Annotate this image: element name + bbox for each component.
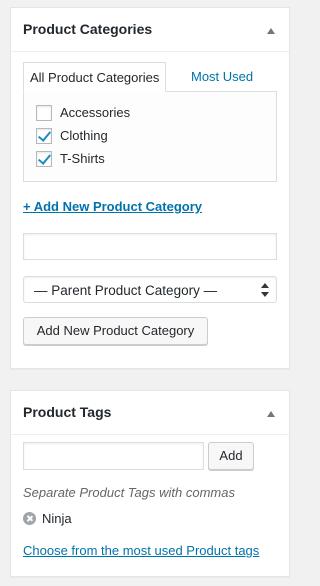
select-arrows-icon — [261, 283, 269, 297]
category-label: Clothing — [60, 128, 108, 143]
tab-most-used[interactable]: Most Used — [185, 62, 259, 92]
tag-help-text: Separate Product Tags with commas — [23, 485, 235, 500]
category-checkbox[interactable] — [36, 105, 52, 121]
product-categories-header[interactable]: Product Categories — [11, 8, 289, 52]
tab-all-product-categories[interactable]: All Product Categories — [23, 62, 167, 92]
category-label: T-Shirts — [60, 151, 105, 166]
category-item-accessories[interactable]: Accessories — [36, 104, 156, 122]
category-item-t-shirts[interactable]: T-Shirts — [36, 150, 156, 168]
category-label: Accessories — [60, 105, 131, 120]
add-tag-button[interactable]: Add — [208, 442, 254, 470]
add-new-category-link[interactable]: + Add New Product Category — [23, 199, 202, 214]
parent-category-select[interactable]: — Parent Product Category — — [23, 276, 277, 303]
product-tags-box: Product Tags Add Separate Product Tags w… — [10, 390, 290, 577]
category-checkbox[interactable] — [36, 151, 52, 167]
new-tag-input[interactable] — [23, 442, 204, 470]
category-checklist: Accessories Clothing T-Shirts — [23, 91, 277, 182]
choose-most-used-tags-link[interactable]: Choose from the most used Product tags — [23, 543, 259, 558]
category-checkbox[interactable] — [36, 128, 52, 144]
add-new-category-button[interactable]: Add New Product Category — [23, 317, 208, 345]
remove-circle-icon[interactable] — [23, 512, 36, 525]
product-tags-header[interactable]: Product Tags — [11, 391, 289, 435]
parent-category-selected-value: — Parent Product Category — — [34, 283, 218, 298]
collapse-arrow-icon[interactable] — [267, 28, 275, 34]
product-tags-title: Product Tags — [23, 404, 112, 420]
category-item-clothing[interactable]: Clothing — [36, 127, 156, 145]
new-category-name-input[interactable] — [23, 233, 277, 260]
product-categories-box: Product Categories All Product Categorie… — [10, 7, 290, 369]
tag-label: Ninja — [42, 511, 72, 526]
product-categories-title: Product Categories — [23, 21, 153, 37]
collapse-arrow-icon[interactable] — [267, 411, 275, 417]
